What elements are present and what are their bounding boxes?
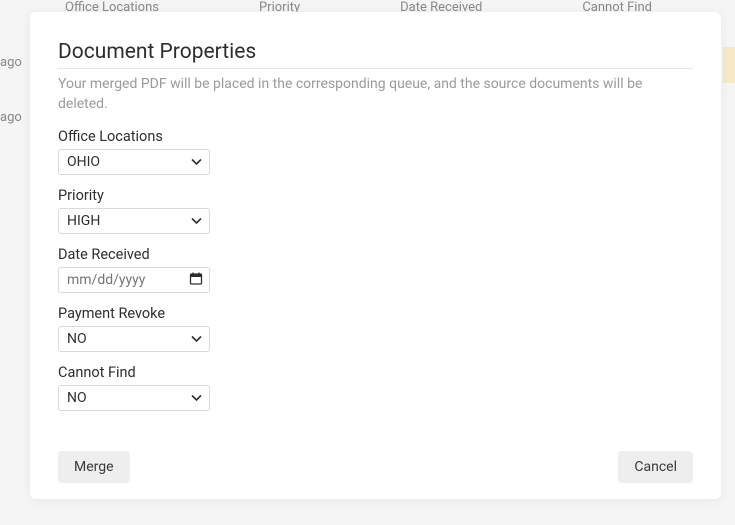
background-ago-text-2: ago — [0, 110, 22, 125]
date-received-input[interactable] — [58, 267, 210, 293]
modal-title: Document Properties — [58, 40, 693, 64]
priority-select[interactable]: HIGH — [58, 208, 210, 234]
modal-subtitle: Your merged PDF will be placed in the co… — [58, 75, 693, 114]
payment-revoke-select[interactable]: NO — [58, 326, 210, 352]
background-ago-text-1: ago — [0, 55, 22, 70]
merge-button[interactable]: Merge — [58, 451, 130, 483]
priority-label: Priority — [58, 187, 693, 204]
office-locations-select[interactable]: OHIO — [58, 149, 210, 175]
document-properties-modal: Document Properties Your merged PDF will… — [30, 12, 721, 499]
cannot-find-label: Cannot Find — [58, 364, 693, 381]
office-locations-group: Office Locations OHIO — [58, 128, 693, 175]
title-divider — [58, 68, 693, 69]
cannot-find-select[interactable]: NO — [58, 385, 210, 411]
priority-group: Priority HIGH — [58, 187, 693, 234]
cannot-find-group: Cannot Find NO — [58, 364, 693, 411]
office-locations-label: Office Locations — [58, 128, 693, 145]
payment-revoke-label: Payment Revoke — [58, 305, 693, 322]
date-received-label: Date Received — [58, 246, 693, 263]
payment-revoke-group: Payment Revoke NO — [58, 305, 693, 352]
date-received-group: Date Received — [58, 246, 693, 293]
modal-footer: Merge Cancel — [58, 441, 693, 483]
background-highlight-stripe — [723, 47, 735, 83]
cancel-button[interactable]: Cancel — [618, 451, 693, 483]
